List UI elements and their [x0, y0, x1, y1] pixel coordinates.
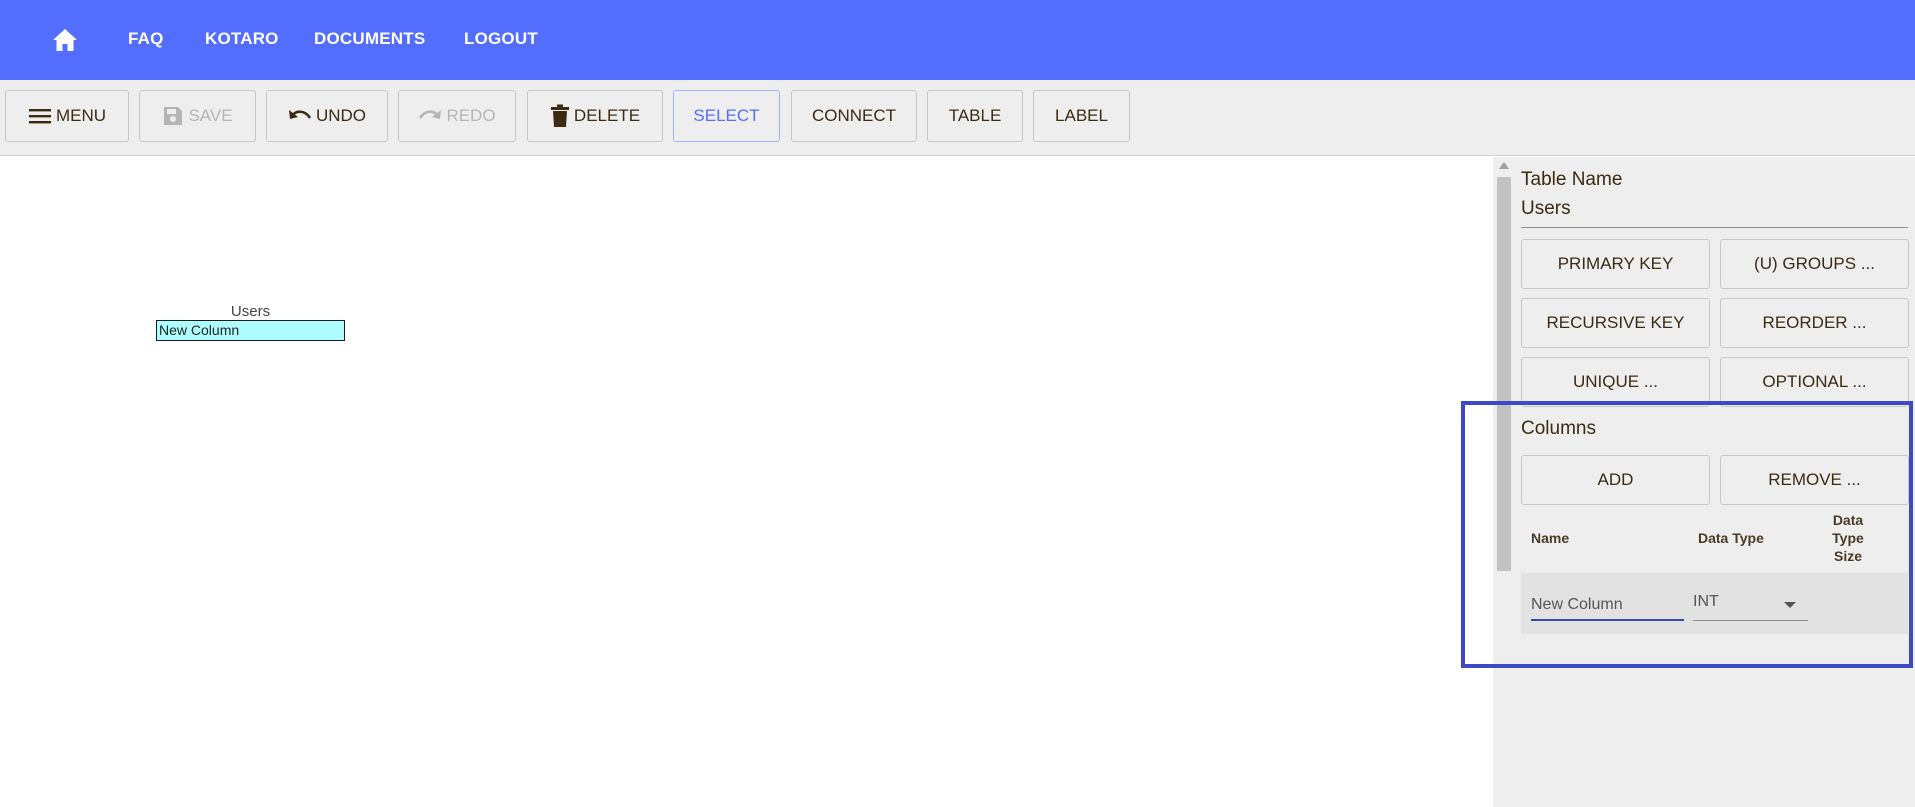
delete-button[interactable]: DELETE: [527, 90, 663, 142]
recursive-key-button[interactable]: RECURSIVE KEY: [1521, 298, 1710, 348]
dropdown-arrow-icon: [1784, 602, 1796, 608]
primary-key-button[interactable]: PRIMARY KEY: [1521, 239, 1710, 289]
home-button[interactable]: [48, 24, 82, 56]
add-column-button[interactable]: ADD: [1521, 455, 1710, 505]
panel-scrollbar-thumb[interactable]: [1497, 177, 1511, 571]
optional-button[interactable]: OPTIONAL ...: [1720, 357, 1909, 407]
undo-icon: [288, 110, 312, 119]
nav-logout-link[interactable]: LOGOUT: [464, 29, 538, 49]
select-button[interactable]: SELECT: [673, 90, 780, 142]
save-icon: [164, 107, 183, 125]
undo-button[interactable]: UNDO: [266, 90, 388, 142]
undo-label: UNDO: [315, 106, 367, 125]
delete-label: DELETE: [573, 106, 641, 125]
menu-button[interactable]: MENU: [5, 90, 129, 142]
redo-icon: [419, 110, 442, 119]
label-label: LABEL: [1055, 106, 1108, 125]
table-label: TABLE: [948, 106, 1002, 125]
data-type-value: INT: [1693, 593, 1719, 610]
diagram-canvas[interactable]: Users New Column: [0, 157, 1493, 807]
table-name-field[interactable]: Users: [1521, 198, 1571, 220]
redo-label: REDO: [446, 106, 496, 125]
select-label: SELECT: [693, 106, 760, 125]
menu-icon: [28, 109, 51, 124]
column-header-data-type-size: Data Type Size: [1832, 512, 1864, 564]
save-button[interactable]: SAVE: [139, 90, 256, 142]
menu-label: MENU: [55, 106, 107, 125]
label-button[interactable]: LABEL: [1033, 90, 1130, 142]
erd-table-title[interactable]: Users: [156, 303, 345, 320]
reorder-button[interactable]: REORDER ...: [1720, 298, 1909, 348]
data-type-select[interactable]: INT: [1693, 589, 1808, 621]
connect-label: CONNECT: [811, 106, 897, 125]
table-name-label: Table Name: [1521, 169, 1623, 190]
scroll-up-arrow-icon[interactable]: [1499, 162, 1509, 169]
trash-icon: [550, 104, 569, 127]
column-name-input[interactable]: [1531, 589, 1684, 621]
nav-kotaro-link[interactable]: KOTARO: [205, 29, 279, 49]
redo-button[interactable]: REDO: [398, 90, 516, 142]
nav-documents-link[interactable]: DOCUMENTS: [314, 29, 425, 49]
home-icon: [53, 29, 77, 51]
column-header-data-type: Data Type: [1698, 530, 1764, 546]
editor-toolbar: MENU SAVE UNDO REDO DELETE SELECT CONNEC…: [0, 80, 1915, 156]
nav-faq-link[interactable]: FAQ: [128, 29, 164, 49]
table-name-underline: [1521, 227, 1908, 228]
columns-section-title: Columns: [1521, 418, 1596, 439]
column-header-name: Name: [1531, 530, 1570, 546]
table-button[interactable]: TABLE: [927, 90, 1023, 142]
save-label: SAVE: [188, 106, 233, 125]
unique-groups-button[interactable]: (U) GROUPS ...: [1720, 239, 1909, 289]
top-app-bar: FAQ KOTARO DOCUMENTS LOGOUT: [0, 0, 1915, 80]
unique-button[interactable]: UNIQUE ...: [1521, 357, 1710, 407]
remove-column-button[interactable]: REMOVE ...: [1720, 455, 1909, 505]
connect-button[interactable]: CONNECT: [791, 90, 917, 142]
erd-table-column[interactable]: New Column: [156, 320, 345, 341]
